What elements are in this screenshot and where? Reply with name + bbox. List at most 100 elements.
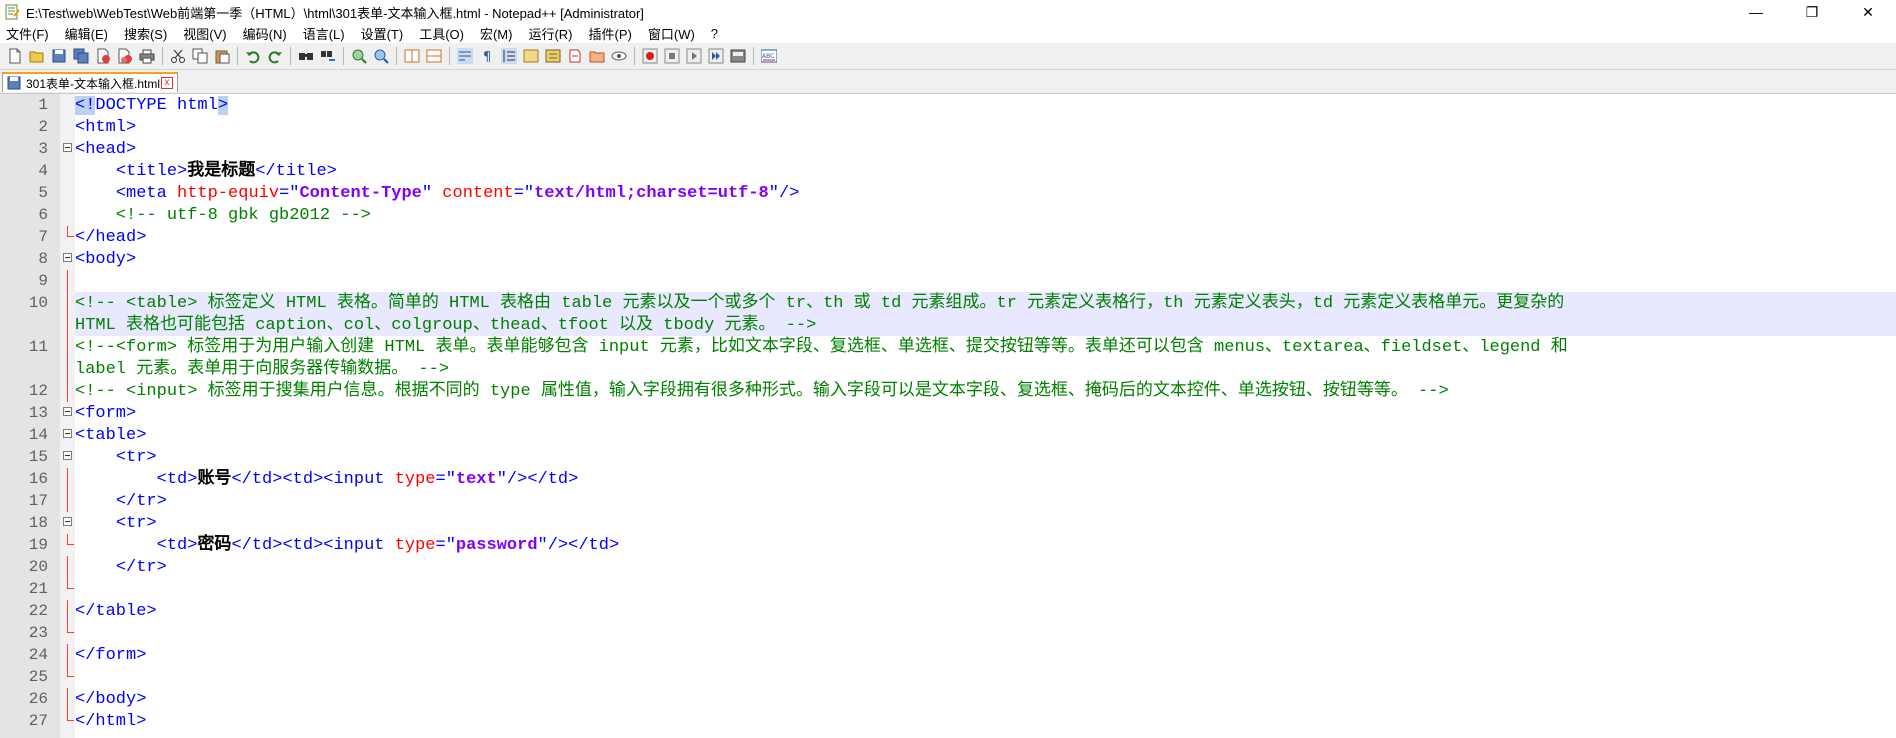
code-line[interactable]: 1 <!DOCTYPE html>: [38, 94, 1896, 116]
print-icon[interactable]: [136, 45, 158, 67]
code-line[interactable]: 11 <!--<form> 标签用于为用户输入创建 HTML 表单。表单能够包含 …: [29, 336, 1896, 358]
cut-icon[interactable]: [167, 45, 189, 67]
menu-help[interactable]: ?: [711, 26, 718, 41]
code-line[interactable]: 17 </tr>: [29, 490, 1896, 512]
tab-bar: 301表单-文本输入框.html x: [0, 70, 1896, 94]
spellcheck-icon[interactable]: ABC: [758, 45, 780, 67]
editor-area[interactable]: 1 <!DOCTYPE html> 2 <html> 3 <head> 4 <title>我…: [0, 94, 1896, 738]
fold-end-marker: [67, 710, 74, 721]
code-line[interactable]: 12 <!-- <input> 标签用于搜集用户信息。根据不同的 type 属性值…: [29, 380, 1896, 402]
save-macro-icon[interactable]: [727, 45, 749, 67]
code-line[interactable]: 27 </html>: [29, 710, 1896, 732]
code-line[interactable]: 19 <td>密码</td><td><input type="password"…: [29, 534, 1896, 556]
zoom-in-icon[interactable]: [348, 45, 370, 67]
code-line[interactable]: 9: [38, 270, 1896, 292]
fold-toggle-icon[interactable]: [63, 253, 72, 262]
monitor-icon[interactable]: [608, 45, 630, 67]
code-line[interactable]: 23: [29, 622, 1896, 644]
menu-language[interactable]: 语言(L): [303, 24, 345, 43]
fold-end-marker: [67, 622, 74, 633]
code-line[interactable]: 2 <html>: [38, 116, 1896, 138]
minimize-button[interactable]: —: [1728, 0, 1784, 24]
undo-icon[interactable]: [242, 45, 264, 67]
code-line[interactable]: 13 <form>: [29, 402, 1896, 424]
code-line[interactable]: 7 </head>: [38, 226, 1896, 248]
fold-end-marker: [67, 578, 74, 589]
fold-toggle-icon[interactable]: [63, 143, 72, 152]
menu-view[interactable]: 视图(V): [183, 24, 226, 43]
code-line[interactable]: 10 <!-- <table> 标签定义 HTML 表格。简单的 HTML 表格由…: [29, 292, 1896, 314]
code-line[interactable]: 15 <tr>: [29, 446, 1896, 468]
menu-settings[interactable]: 设置(T): [361, 24, 404, 43]
zoom-out-icon[interactable]: [370, 45, 392, 67]
title-bar: E:\Test\web\WebTest\Web前端第一季（HTML）\html\…: [0, 0, 1896, 24]
sync-v-icon[interactable]: [401, 45, 423, 67]
toolbar-separator: [753, 47, 754, 65]
close-window-button[interactable]: ✕: [1840, 0, 1896, 24]
code-line[interactable]: HTML 表格也可能包括 caption、col、colgroup、thead、…: [67, 314, 1896, 336]
folder-workspace-icon[interactable]: [564, 45, 586, 67]
doc-map-icon[interactable]: [520, 45, 542, 67]
run-macro-icon[interactable]: [705, 45, 727, 67]
code-line[interactable]: 20 </tr>: [29, 556, 1896, 578]
copy-icon[interactable]: [189, 45, 211, 67]
paste-icon[interactable]: [211, 45, 233, 67]
line-number: 27: [28, 712, 48, 730]
menu-file[interactable]: 文件(F): [6, 24, 49, 43]
code-line[interactable]: 16 <td>账号</td><td><input type="text"/></…: [29, 468, 1896, 490]
menu-search[interactable]: 搜索(S): [124, 24, 167, 43]
menu-run[interactable]: 运行(R): [528, 24, 572, 43]
fold-guide-line: [67, 380, 68, 402]
close-icon[interactable]: [92, 45, 114, 67]
code-line[interactable]: label 元素。表单用于向服务器传输数据。 -->: [67, 358, 1896, 380]
sync-h-icon[interactable]: [423, 45, 445, 67]
code-line[interactable]: 25: [29, 666, 1896, 688]
line-number: 25: [28, 668, 48, 686]
code-line[interactable]: 8 <body>: [38, 248, 1896, 270]
menu-encoding[interactable]: 编码(N): [243, 24, 287, 43]
code-line[interactable]: 4 <title>我是标题</title>: [38, 160, 1896, 182]
folder-as-workspace-icon[interactable]: [586, 45, 608, 67]
menu-plugins[interactable]: 插件(P): [589, 24, 632, 43]
code-line[interactable]: 6 <!-- utf-8 gbk gb2012 -->: [38, 204, 1896, 226]
code-text: <!DOCTYPE html>: [75, 96, 229, 115]
code-view[interactable]: 1 <!DOCTYPE html> 2 <html> 3 <head> 4 <title>我…: [29, 94, 1896, 732]
fold-toggle-icon[interactable]: [63, 429, 72, 438]
new-file-icon[interactable]: [4, 45, 26, 67]
code-line[interactable]: 5 <meta http-equiv="Content-Type" conten…: [38, 182, 1896, 204]
indent-guide-icon[interactable]: [498, 45, 520, 67]
code-line[interactable]: 18 <tr>: [29, 512, 1896, 534]
menu-tools[interactable]: 工具(O): [419, 24, 464, 43]
code-line[interactable]: 26 </body>: [29, 688, 1896, 710]
code-line[interactable]: 21: [29, 578, 1896, 600]
code-line[interactable]: 24 </form>: [29, 644, 1896, 666]
fold-toggle-icon[interactable]: [63, 517, 72, 526]
record-macro-icon[interactable]: [639, 45, 661, 67]
tab-close-icon[interactable]: x: [161, 77, 173, 89]
find-icon[interactable]: [295, 45, 317, 67]
open-file-icon[interactable]: [26, 45, 48, 67]
code-line[interactable]: 3 <head>: [38, 138, 1896, 160]
stop-macro-icon[interactable]: [661, 45, 683, 67]
word-wrap-icon[interactable]: [454, 45, 476, 67]
fold-guide-line: [67, 336, 68, 358]
code-line[interactable]: 14 <table>: [29, 424, 1896, 446]
fold-toggle-icon[interactable]: [63, 451, 72, 460]
code-line[interactable]: 22 </table>: [29, 600, 1896, 622]
menu-macro[interactable]: 宏(M): [480, 24, 513, 43]
save-icon[interactable]: [48, 45, 70, 67]
redo-icon[interactable]: [264, 45, 286, 67]
menu-edit[interactable]: 编辑(E): [65, 24, 108, 43]
replace-icon[interactable]: [317, 45, 339, 67]
restore-button[interactable]: ❐: [1784, 0, 1840, 24]
tab-file[interactable]: 301表单-文本输入框.html x: [2, 72, 178, 92]
window-title: E:\Test\web\WebTest\Web前端第一季（HTML）\html\…: [26, 5, 644, 21]
save-all-icon[interactable]: [70, 45, 92, 67]
function-list-icon[interactable]: [542, 45, 564, 67]
fold-toggle-icon[interactable]: [63, 407, 72, 416]
play-macro-icon[interactable]: [683, 45, 705, 67]
fold-guide-line: [67, 688, 68, 710]
all-chars-icon[interactable]: ¶: [476, 45, 498, 67]
menu-window[interactable]: 窗口(W): [648, 24, 695, 43]
close-all-icon[interactable]: [114, 45, 136, 67]
